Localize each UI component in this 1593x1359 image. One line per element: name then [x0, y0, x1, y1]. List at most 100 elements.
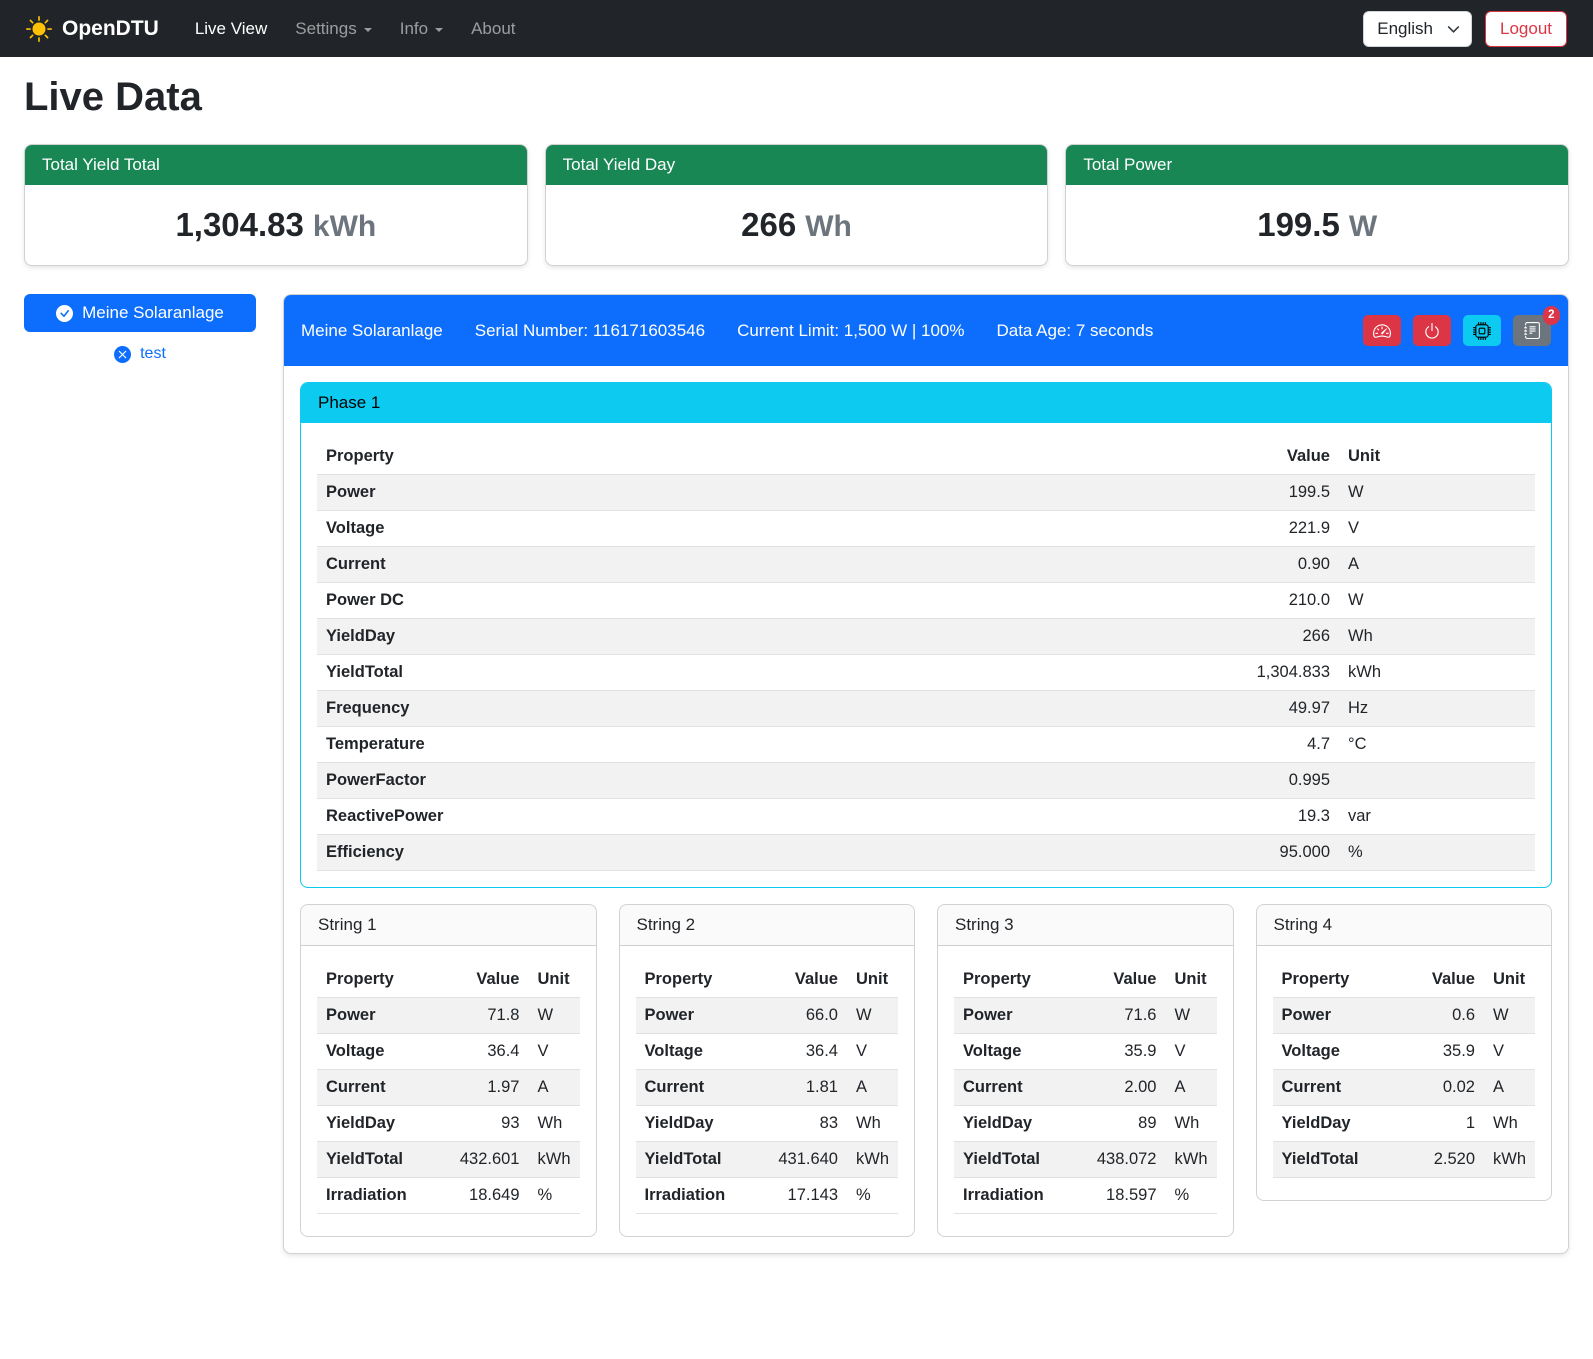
table-row: YieldDay93Wh	[317, 1106, 580, 1142]
column-header-value: Value	[1080, 962, 1166, 998]
x-circle-icon	[114, 346, 131, 363]
navbar-right: English Logout	[1363, 11, 1567, 47]
limit-settings-button[interactable]	[1363, 315, 1401, 346]
table-row: Voltage35.9V	[954, 1034, 1217, 1070]
nav-item-live-view[interactable]: Live View	[181, 11, 281, 47]
chevron-down-icon	[1447, 22, 1460, 35]
string-table: PropertyValueUnitPower71.6WVoltage35.9VC…	[954, 962, 1217, 1214]
sun-icon	[26, 16, 52, 42]
property-cell: Voltage	[1273, 1034, 1399, 1070]
property-cell: YieldDay	[636, 1106, 762, 1142]
unit-cell: V	[847, 1034, 898, 1070]
summary-card-title: Total Yield Total	[25, 145, 527, 185]
value-cell: 266	[1197, 619, 1339, 655]
property-cell: Voltage	[636, 1034, 762, 1070]
column-header-value: Value	[761, 962, 847, 998]
value-cell: 0.90	[1197, 547, 1339, 583]
value-cell: 1.81	[761, 1070, 847, 1106]
string-card-title: String 1	[301, 905, 596, 946]
phase-table: Property Value Unit Power199.5WVoltage22…	[317, 439, 1535, 871]
value-cell: 71.6	[1080, 998, 1166, 1034]
inverter-select-test[interactable]: test	[114, 345, 166, 363]
string-card-string-3: String 3 PropertyValueUnitPower71.6WVolta…	[937, 904, 1234, 1237]
summary-card-value: 199.5W	[1066, 185, 1568, 265]
table-row: Current0.90A	[317, 547, 1535, 583]
logout-button[interactable]: Logout	[1485, 11, 1567, 47]
unit-cell: W	[1484, 998, 1535, 1034]
property-cell: YieldDay	[1273, 1106, 1399, 1142]
unit-cell: var	[1339, 799, 1535, 835]
table-row: Current0.02A	[1273, 1070, 1536, 1106]
property-cell: Power	[954, 998, 1080, 1034]
string-table: PropertyValueUnitPower66.0WVoltage36.4VC…	[636, 962, 899, 1214]
phase-card: Phase 1 Property Value Unit Power199.5WV…	[300, 382, 1552, 888]
column-header-value: Value	[1197, 439, 1339, 475]
string-card-title: String 4	[1257, 905, 1552, 946]
cpu-icon	[1473, 322, 1491, 340]
unit-cell: W	[1339, 475, 1535, 511]
strings-row: String 1PropertyValueUnitPower71.8WVolta…	[300, 904, 1552, 1237]
string-card-title: String 3	[938, 905, 1233, 946]
table-row: Temperature4.7°C	[317, 727, 1535, 763]
table-row: YieldDay266Wh	[317, 619, 1535, 655]
inverter-select-meine-solaranlage[interactable]: Meine Solaranlage	[24, 294, 256, 332]
navbar-left: OpenDTU Live ViewSettingsInfoAbout	[26, 11, 530, 47]
value-cell: 0.02	[1398, 1070, 1484, 1106]
nav-item-settings[interactable]: Settings	[281, 11, 385, 47]
table-header-row: PropertyValueUnit	[636, 962, 899, 998]
summary-unit: Wh	[805, 210, 852, 243]
property-cell: Voltage	[954, 1034, 1080, 1070]
phase-card-body: Property Value Unit Power199.5WVoltage22…	[301, 423, 1551, 887]
string-card-string-1: String 1PropertyValueUnitPower71.8WVolta…	[300, 904, 597, 1237]
language-select[interactable]: English	[1363, 11, 1472, 47]
table-row: Voltage36.4V	[317, 1034, 580, 1070]
table-row: Voltage35.9V	[1273, 1034, 1536, 1070]
unit-cell: kWh	[847, 1142, 898, 1178]
language-selected-value: English	[1377, 19, 1433, 38]
table-row: Frequency49.97Hz	[317, 691, 1535, 727]
unit-cell: Wh	[847, 1106, 898, 1142]
inverter-panel-body: Phase 1 Property Value Unit Power199.5WV…	[284, 366, 1568, 1253]
property-cell: Power	[317, 475, 1197, 511]
table-row: Irradiation18.597%	[954, 1178, 1217, 1214]
table-header-row: PropertyValueUnit	[954, 962, 1217, 998]
property-cell: Power	[636, 998, 762, 1034]
event-log-button[interactable]: 2	[1513, 315, 1551, 346]
device-info-button[interactable]	[1463, 315, 1501, 346]
value-cell: 4.7	[1197, 727, 1339, 763]
power-button[interactable]	[1413, 315, 1451, 346]
card-total-power: Total Power 199.5W	[1065, 144, 1569, 266]
nav-item-about[interactable]: About	[457, 11, 529, 47]
column-header-property: Property	[954, 962, 1080, 998]
column-header-unit: Unit	[1339, 439, 1535, 475]
unit-cell: %	[529, 1178, 580, 1214]
table-row: PowerFactor0.995	[317, 763, 1535, 799]
value-cell: 83	[761, 1106, 847, 1142]
table-row: Efficiency95.000%	[317, 835, 1535, 871]
unit-cell: W	[529, 998, 580, 1034]
summary-value: 266	[741, 206, 796, 243]
summary-unit: W	[1349, 210, 1377, 243]
property-cell: YieldTotal	[1273, 1142, 1399, 1178]
column-header-unit: Unit	[847, 962, 898, 998]
unit-cell: %	[1339, 835, 1535, 871]
property-cell: Frequency	[317, 691, 1197, 727]
unit-cell	[1339, 763, 1535, 799]
page-container: Live Data Total Yield Total 1,304.83kWh …	[0, 75, 1593, 1282]
property-cell: Power	[1273, 998, 1399, 1034]
unit-cell: Wh	[1166, 1106, 1217, 1142]
value-cell: 49.97	[1197, 691, 1339, 727]
value-cell: 18.597	[1080, 1178, 1166, 1214]
table-row: Power66.0W	[636, 998, 899, 1034]
string-card-body: PropertyValueUnitPower71.6WVoltage35.9VC…	[938, 946, 1233, 1236]
table-row: YieldTotal1,304.833kWh	[317, 655, 1535, 691]
brand-link[interactable]: OpenDTU	[26, 16, 159, 42]
string-card-string-4: String 4PropertyValueUnitPower0.6WVoltag…	[1256, 904, 1553, 1201]
column-header-unit: Unit	[529, 962, 580, 998]
table-header-row: PropertyValueUnit	[1273, 962, 1536, 998]
nav-item-info[interactable]: Info	[386, 11, 457, 47]
value-cell: 36.4	[443, 1034, 529, 1070]
string-card-title: String 2	[620, 905, 915, 946]
table-row: YieldTotal431.640kWh	[636, 1142, 899, 1178]
value-cell: 2.00	[1080, 1070, 1166, 1106]
